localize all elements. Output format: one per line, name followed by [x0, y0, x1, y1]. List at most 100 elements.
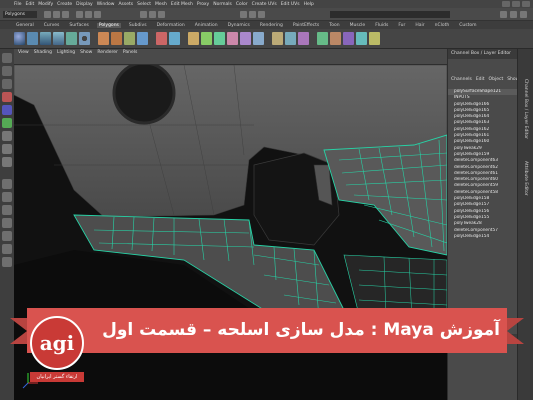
toggle-channel-box-icon[interactable]: [510, 11, 517, 18]
shelf-tab-surfaces[interactable]: Surfaces: [67, 23, 91, 28]
split-polygon-icon[interactable]: [227, 32, 238, 45]
menu-create-uvs[interactable]: Create UVs: [252, 2, 277, 7]
shelf-tab-muscle[interactable]: Muscle: [348, 23, 368, 28]
select-component-icon[interactable]: [94, 11, 101, 18]
menu-window[interactable]: Window: [97, 2, 115, 7]
separate-icon[interactable]: [111, 32, 122, 45]
outliner-layout-icon[interactable]: [2, 244, 12, 254]
perspective-outliner-layout-icon[interactable]: [2, 205, 12, 215]
paint-select-tool-icon[interactable]: [2, 79, 12, 89]
snap-grid-icon[interactable]: [140, 11, 147, 18]
shelf-tab-custom[interactable]: Custom: [457, 23, 478, 28]
shelf-tab-fur[interactable]: Fur: [396, 23, 407, 28]
single-perspective-layout-icon[interactable]: [2, 179, 12, 189]
graph-editor-layout-icon[interactable]: [2, 257, 12, 267]
channel-menu-object[interactable]: Object: [489, 77, 504, 85]
fill-hole-icon[interactable]: [298, 32, 309, 45]
smooth-icon[interactable]: [137, 32, 148, 45]
maximize-button[interactable]: [512, 1, 520, 7]
viewport-menu-lighting[interactable]: Lighting: [57, 50, 75, 55]
merge-vertices-icon[interactable]: [272, 32, 283, 45]
shelf-tab-polygons[interactable]: Polygons: [96, 22, 121, 28]
menu-edit-uvs[interactable]: Edit UVs: [281, 2, 300, 7]
soft-mod-tool-icon[interactable]: [2, 144, 12, 154]
menu-proxy[interactable]: Proxy: [197, 2, 209, 7]
perspective-graph-layout-icon[interactable]: [2, 218, 12, 228]
toggle-attribute-editor-icon[interactable]: [500, 11, 507, 18]
shelf-tab-fluids[interactable]: Fluids: [373, 23, 390, 28]
snap-curve-icon[interactable]: [149, 11, 156, 18]
render-icon[interactable]: [240, 11, 247, 18]
input-node-polydeledge154[interactable]: polyDelEdge154: [448, 234, 518, 240]
cylindrical-mapping-icon[interactable]: [343, 32, 354, 45]
planar-mapping-icon[interactable]: [330, 32, 341, 45]
open-scene-icon[interactable]: [53, 11, 60, 18]
menu-edit-mesh[interactable]: Edit Mesh: [171, 2, 193, 7]
viewport-menu-shading[interactable]: Shading: [34, 50, 52, 55]
channel-menu-channels[interactable]: Channels: [451, 77, 472, 85]
shelf-tab-rendering[interactable]: Rendering: [258, 23, 285, 28]
bevel-icon[interactable]: [285, 32, 296, 45]
uv-editor-icon[interactable]: [317, 32, 328, 45]
rotate-tool-icon[interactable]: [2, 105, 12, 115]
move-tool-icon[interactable]: [2, 92, 12, 102]
poly-plane-icon[interactable]: [66, 32, 77, 45]
shelf-tab-curves[interactable]: Curves: [42, 23, 62, 28]
new-scene-icon[interactable]: [44, 11, 51, 18]
shelf-tab-animation[interactable]: Animation: [193, 23, 220, 28]
poly-cone-icon[interactable]: [53, 32, 64, 45]
offset-edge-loop-icon[interactable]: [253, 32, 264, 45]
snap-point-icon[interactable]: [158, 11, 165, 18]
extract-icon[interactable]: [124, 32, 135, 45]
boolean-icon[interactable]: [156, 32, 167, 45]
menu-assets[interactable]: Assets: [118, 2, 133, 7]
poly-cylinder-icon[interactable]: [40, 32, 51, 45]
mode-selector[interactable]: Polygons: [3, 11, 37, 18]
poly-cube-icon[interactable]: [27, 32, 38, 45]
bridge-icon[interactable]: [201, 32, 212, 45]
menu-modify[interactable]: Modify: [38, 2, 53, 7]
menu-display[interactable]: Display: [76, 2, 93, 7]
shelf-tab-hair[interactable]: Hair: [413, 23, 426, 28]
minimize-button[interactable]: [502, 1, 510, 7]
poly-torus-icon[interactable]: [79, 32, 90, 45]
shelf-tab-toon[interactable]: Toon: [327, 23, 341, 28]
shelf-tab-ncloth[interactable]: nCloth: [433, 23, 452, 28]
menu-file[interactable]: File: [14, 2, 22, 7]
shelf-tab-deformation[interactable]: Deformation: [155, 23, 187, 28]
command-input[interactable]: [330, 11, 450, 18]
close-button[interactable]: [522, 1, 530, 7]
toggle-tool-settings-icon[interactable]: [520, 11, 527, 18]
universal-manipulator-icon[interactable]: [2, 131, 12, 141]
channel-menu-edit[interactable]: Edit: [476, 77, 485, 85]
shelf-tab-general[interactable]: General: [14, 23, 36, 28]
select-tool-icon[interactable]: [2, 53, 12, 63]
viewport-menu-show[interactable]: Show: [80, 50, 92, 55]
insert-edge-loop-icon[interactable]: [240, 32, 251, 45]
hypershade-layout-icon[interactable]: [2, 231, 12, 241]
poly-sphere-icon[interactable]: [14, 32, 25, 45]
menu-create[interactable]: Create: [57, 2, 72, 7]
lasso-tool-icon[interactable]: [2, 66, 12, 76]
menu-help[interactable]: Help: [304, 2, 314, 7]
menu-edit[interactable]: Edit: [26, 2, 35, 7]
select-hierarchy-icon[interactable]: [76, 11, 83, 18]
save-scene-icon[interactable]: [62, 11, 69, 18]
show-manipulator-icon[interactable]: [2, 157, 12, 167]
combine-icon[interactable]: [98, 32, 109, 45]
menu-mesh[interactable]: Mesh: [155, 2, 167, 7]
viewport-menu-renderer[interactable]: Renderer: [97, 50, 118, 55]
render-settings-icon[interactable]: [258, 11, 265, 18]
shelf-tab-subdivs[interactable]: Subdivs: [127, 23, 149, 28]
shelf-tab-dynamics[interactable]: Dynamics: [226, 23, 252, 28]
shelf-tab-painteffects[interactable]: PaintEffects: [291, 23, 321, 28]
attribute-editor-side-tab[interactable]: Attribute Editor: [523, 161, 528, 196]
select-object-icon[interactable]: [85, 11, 92, 18]
spherical-mapping-icon[interactable]: [356, 32, 367, 45]
menu-select[interactable]: Select: [137, 2, 151, 7]
scale-tool-icon[interactable]: [2, 118, 12, 128]
extrude-icon[interactable]: [188, 32, 199, 45]
append-polygon-icon[interactable]: [214, 32, 225, 45]
mirror-icon[interactable]: [169, 32, 180, 45]
menu-normals[interactable]: Normals: [213, 2, 232, 7]
